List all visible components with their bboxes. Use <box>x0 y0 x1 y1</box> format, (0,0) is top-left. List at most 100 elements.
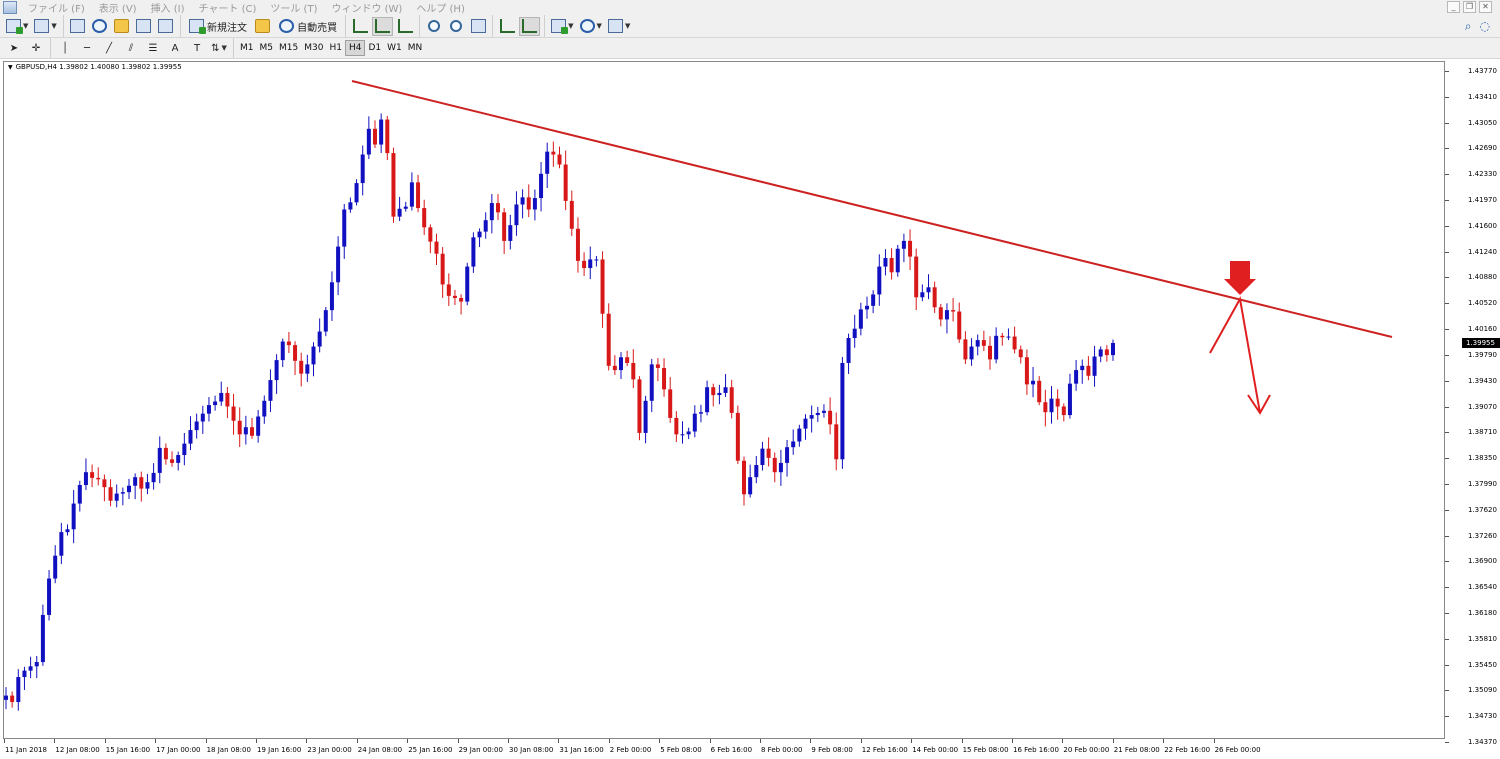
strategy-tester-button[interactable] <box>156 17 176 36</box>
tile-windows-button[interactable] <box>468 17 488 36</box>
candle-body <box>625 357 630 363</box>
timeframe-h1-button[interactable]: H1 <box>326 40 345 56</box>
time-tick <box>659 739 661 743</box>
price-tick <box>1445 148 1449 150</box>
candle-body <box>674 417 679 435</box>
time-axis[interactable]: 11 Jan 2018 12 Jan 08:00 15 Jan 16:00 17 Ja… <box>0 739 1445 759</box>
price-label: 1.42330 <box>1468 170 1497 179</box>
time-tick <box>860 739 862 743</box>
chat-icon[interactable]: ◌ <box>1480 19 1490 33</box>
projection-arrow[interactable] <box>1209 296 1261 414</box>
down-arrow-marker[interactable] <box>1224 261 1256 295</box>
time-label: 22 Feb 16:00 <box>1164 746 1211 754</box>
periods-button[interactable]: ▼ <box>578 17 604 36</box>
candle-body <box>545 151 550 174</box>
price-label: 1.36900 <box>1468 557 1497 566</box>
candle-body <box>83 472 88 486</box>
menu-help[interactable]: ヘルプ (H) <box>409 0 472 15</box>
navigator-button[interactable] <box>112 17 132 36</box>
terminal-icon <box>136 19 152 33</box>
text-label-button[interactable]: T <box>187 39 207 58</box>
candle-body <box>446 284 451 296</box>
indicators-button[interactable]: ▼ <box>549 17 575 36</box>
candle-body <box>354 183 359 203</box>
price-label: 1.37990 <box>1468 479 1497 488</box>
timeframe-m30-button[interactable]: M30 <box>301 40 326 56</box>
menu-view[interactable]: 表示 (V) <box>92 0 144 15</box>
candle-body <box>729 387 734 413</box>
horizontal-line-button[interactable]: ─ <box>77 39 97 58</box>
menu-insert[interactable]: 挿入 (I) <box>144 0 192 15</box>
trendline-button[interactable]: ╱ <box>99 39 119 58</box>
time-label: 18 Jan 08:00 <box>206 746 251 754</box>
timeframe-m5-button[interactable]: M5 <box>257 40 277 56</box>
auto-scroll-button[interactable] <box>497 17 517 36</box>
cursor-button[interactable]: ➤ <box>4 39 24 58</box>
toolbar-group-tools: ▼ ▼ ▼ <box>544 15 636 37</box>
time-tick <box>356 739 358 743</box>
chart-shift-button[interactable] <box>519 16 541 36</box>
crosshair-button[interactable]: ✛ <box>26 39 46 58</box>
new-chart-button[interactable]: ▼ <box>4 17 30 36</box>
vertical-line-button[interactable]: │ <box>55 39 75 58</box>
menu-chart[interactable]: チャート (C) <box>192 0 264 15</box>
candle-body <box>182 443 187 456</box>
candlestick-chart-button[interactable] <box>372 16 394 36</box>
candle-body <box>668 389 673 418</box>
price-label: 1.35090 <box>1468 686 1497 695</box>
timeframe-w1-button[interactable]: W1 <box>384 40 405 56</box>
clock-icon <box>579 19 595 33</box>
price-label: 1.41970 <box>1468 196 1497 205</box>
zoom-in-button[interactable] <box>424 17 444 36</box>
search-icon[interactable]: ⌕ <box>1465 19 1472 34</box>
templates-button[interactable]: ▼ <box>606 17 632 36</box>
restore-button[interactable]: ❐ <box>1463 1 1476 13</box>
fibonacci-button[interactable]: ☰ <box>143 39 163 58</box>
chart-window[interactable]: ▼ GBPUSD,H4 1.39802 1.40080 1.39802 1.399… <box>0 59 1500 759</box>
candle-body <box>742 460 746 495</box>
data-window-button[interactable] <box>90 17 110 36</box>
menu-tools[interactable]: ツール (T) <box>263 0 324 15</box>
candle-body <box>96 477 101 480</box>
zoom-out-button[interactable] <box>446 17 466 36</box>
price-chart[interactable] <box>0 59 1445 749</box>
text-button[interactable]: A <box>165 39 185 58</box>
timeframe-h4-button[interactable]: H4 <box>344 40 366 56</box>
new-order-button[interactable]: 新規注文 <box>185 17 251 36</box>
timeframe-m1-button[interactable]: M1 <box>237 40 257 56</box>
terminal-button[interactable] <box>134 17 154 36</box>
menu-file[interactable]: ファイル (F) <box>21 0 92 15</box>
new-order-icon <box>188 19 206 34</box>
line-studies-toolbar: ➤ ✛ │ ─ ╱ ⫽ ☰ A T ⇅ ▼ M1 M5 M15 M30 H1 H4 D1 W1 M… <box>0 38 1500 59</box>
close-button[interactable]: ✕ <box>1479 1 1492 13</box>
arrows-button[interactable]: ⇅ ▼ <box>209 39 229 58</box>
candle-body <box>1000 335 1005 338</box>
candle-body <box>821 410 826 413</box>
metaeditor-button[interactable] <box>253 17 273 36</box>
candle-body <box>231 406 236 421</box>
time-label: 15 Feb 08:00 <box>962 746 1009 754</box>
candle-body <box>723 387 728 393</box>
profiles-button[interactable]: ▼ <box>32 17 58 36</box>
price-tick <box>1445 509 1449 511</box>
candle-body <box>772 457 777 473</box>
candle-body <box>256 416 261 436</box>
timeframe-mn-button[interactable]: MN <box>405 40 426 56</box>
line-chart-button[interactable] <box>395 17 415 36</box>
minimize-button[interactable]: _ <box>1447 1 1460 13</box>
time-label: 14 Feb 00:00 <box>912 746 959 754</box>
price-label: 1.41240 <box>1468 247 1497 256</box>
bar-chart-button[interactable] <box>350 17 370 36</box>
new-order-label: 新規注文 <box>206 22 247 34</box>
time-tick <box>709 739 711 743</box>
menu-window[interactable]: ウィンドウ (W) <box>324 0 409 15</box>
crosshair-icon: ✛ <box>31 42 41 54</box>
timeframe-m15-button[interactable]: M15 <box>276 40 301 56</box>
market-watch-button[interactable] <box>68 17 88 36</box>
price-tick <box>1445 561 1449 563</box>
line-chart-icon <box>397 19 413 33</box>
timeframe-d1-button[interactable]: D1 <box>365 40 384 56</box>
price-axis[interactable]: 1.43770 1.43410 1.43050 1.42690 1.42330 1.419… <box>1445 59 1500 759</box>
auto-trading-button[interactable]: 自動売買 <box>275 17 341 36</box>
equidistant-channel-button[interactable]: ⫽ <box>121 39 141 58</box>
